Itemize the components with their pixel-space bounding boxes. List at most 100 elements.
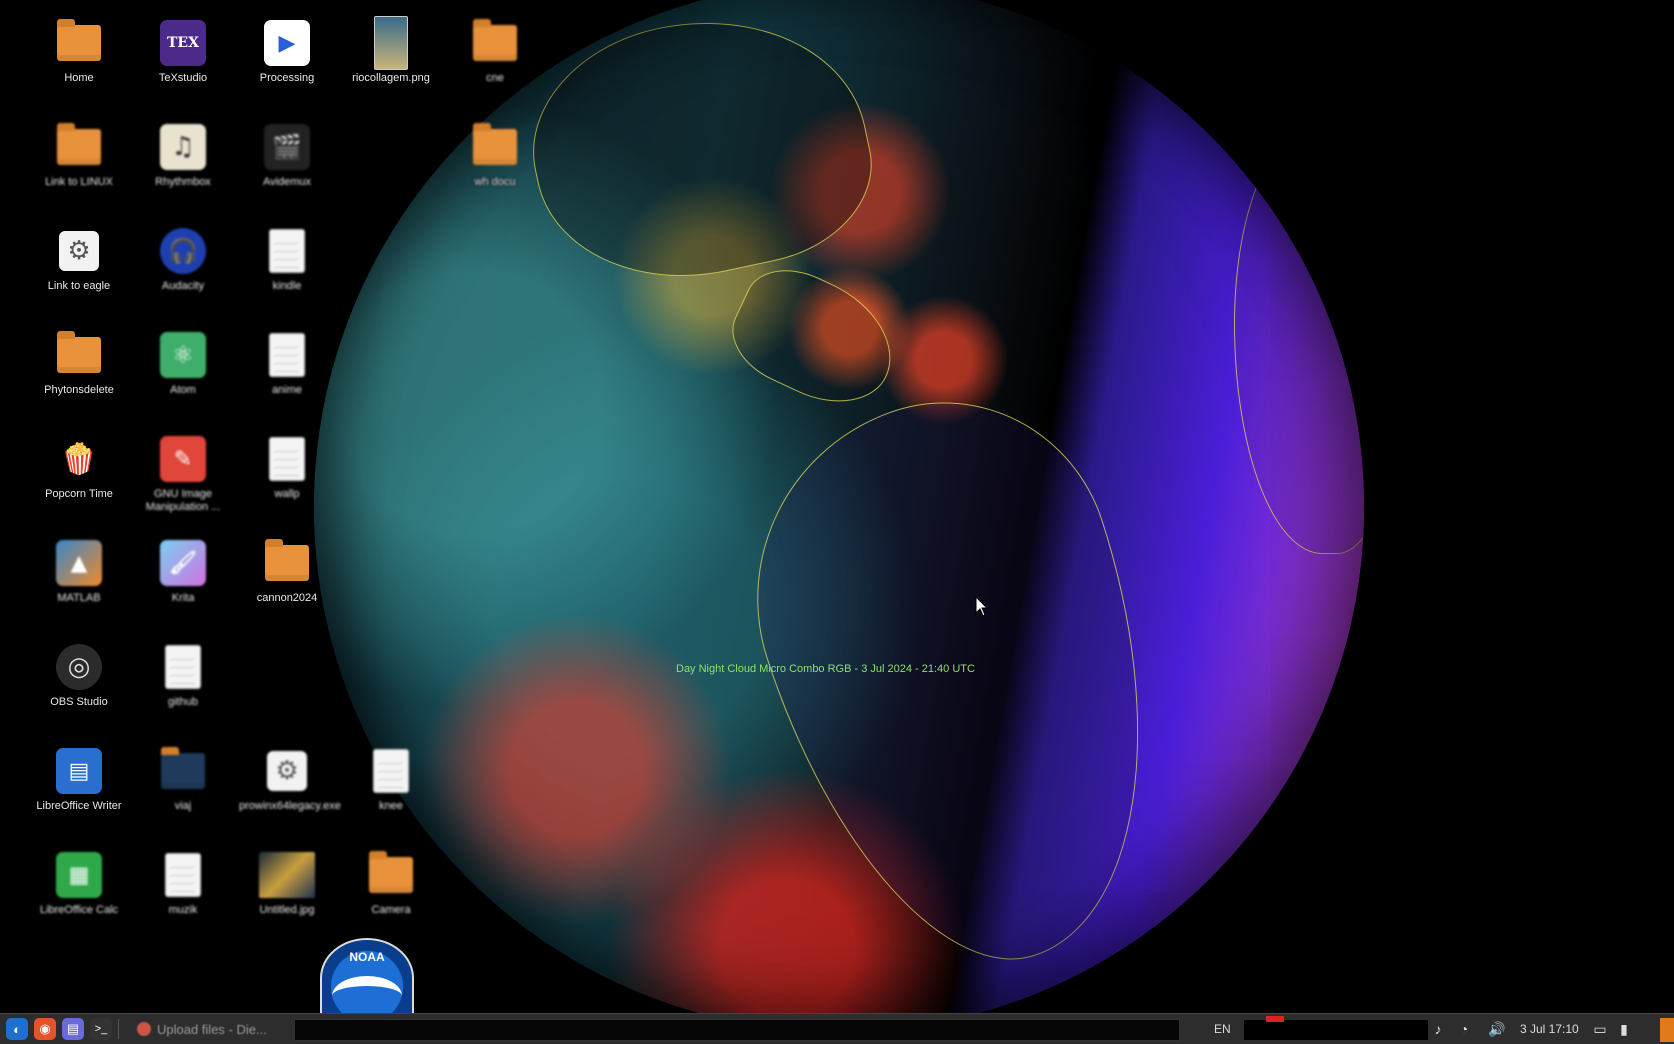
folder-icon (369, 851, 413, 893)
terminal-icon[interactable]: >_ (90, 1018, 112, 1040)
desktop-icon-link-to-linux[interactable]: Link to LINUX (31, 123, 127, 214)
battery-icon[interactable]: ▮ (1616, 1021, 1632, 1037)
desktop-icon-rhythmbox[interactable]: ♫ Rhythmbox (135, 124, 231, 214)
desktop-icon-avidemux[interactable]: 🎬 Avidemux (239, 124, 335, 214)
desktop-icon-viaj[interactable]: viaj (135, 747, 231, 838)
desktop-icon-cannon2024[interactable]: cannon2024 (239, 539, 335, 630)
files-icon[interactable]: ▤ (62, 1018, 84, 1040)
icon-label: muzik (168, 904, 198, 916)
icon-label: anime (272, 384, 302, 396)
icon-label: LibreOffice Writer (36, 800, 122, 812)
keyboard-layout-indicator[interactable]: EN (1214, 1022, 1231, 1036)
atom-icon: ⚛ (160, 332, 206, 378)
icon-label: viaj (174, 800, 192, 812)
desktop-icon-texstudio[interactable]: TEX TeXstudio (135, 20, 231, 110)
icon-label: Link to eagle (47, 280, 111, 292)
desktop-icon-gimp[interactable]: ✎ GNU Image Manipulation ... (135, 436, 231, 526)
icon-label: Untitled.jpg (259, 904, 315, 916)
icon-label: Krita (171, 592, 195, 604)
desktop-icon-knee[interactable]: knee (343, 748, 439, 838)
audacity-icon: 🎧 (160, 228, 206, 274)
desktop-icon-home[interactable]: Home (31, 19, 127, 110)
desktop-icon-anime[interactable]: anime (239, 332, 335, 422)
volume-icon[interactable]: 🔊 (1488, 1021, 1505, 1037)
clock[interactable]: 3 Jul 17:10 (1520, 1022, 1579, 1036)
display-icon[interactable]: ▭ (1592, 1021, 1608, 1037)
icon-label: Avidemux (262, 176, 312, 188)
desktop-icon-riocollagem[interactable]: riocollagem.png (343, 16, 439, 106)
desktop-icon-kindle[interactable]: kindle (239, 228, 335, 318)
processing-icon: ▶ (264, 20, 310, 66)
desktop-icon-muzik[interactable]: muzik (135, 852, 231, 942)
taskbar: ◐ ◉ ▤ >_ Upload files - Die... EN ♪ ◔ 🔊 … (0, 1013, 1674, 1044)
music-icon[interactable]: ♪ (1430, 1021, 1446, 1037)
desktop-icon-wh-docu[interactable]: wh docu (447, 123, 543, 214)
gear-link-icon: ⚙ (59, 231, 99, 271)
icon-label: riocollagem.png (352, 72, 430, 84)
show-desktop-button[interactable] (1660, 1018, 1674, 1042)
icon-label: Phytonsdelete (44, 384, 114, 396)
icon-label: Link to LINUX (45, 176, 113, 188)
noaa-logo-text: NOAA (349, 950, 385, 964)
folder-icon (265, 539, 309, 581)
icon-label: github (168, 696, 198, 708)
text-file-icon (166, 646, 200, 688)
desktop-icon-wallp[interactable]: wallp (239, 436, 335, 526)
icon-label: OBS Studio (50, 696, 108, 708)
wallpaper-caption: Day Night Cloud Micro Combo RGB - 3 Jul … (676, 663, 975, 675)
popcorn-icon: 🍿 (60, 441, 98, 477)
desktop-icon-link-to-eagle[interactable]: ⚙ Link to eagle (31, 228, 127, 318)
desktop-icon-github[interactable]: github (135, 644, 231, 734)
north-america-outline (511, 0, 889, 306)
krita-icon: 🖌 (160, 540, 206, 586)
text-file-icon (270, 438, 304, 480)
desktop-icon-matlab[interactable]: ▲ MATLAB (31, 540, 127, 630)
tray-indicator (1266, 1016, 1284, 1022)
obs-icon: ◎ (56, 644, 102, 690)
desktop-icon-libreoffice-calc[interactable]: ▦ LibreOffice Calc (31, 852, 127, 942)
desktop-icon-atom[interactable]: ⚛ Atom (135, 332, 231, 422)
desktop-icon-phytonsdelete[interactable]: Phytonsdelete (31, 331, 127, 422)
desktop-icon-prowinx64legacy[interactable]: ⚙ prowinx64legacy.exe (239, 748, 341, 838)
folder-link-icon (57, 123, 101, 165)
calc-icon: ▦ (56, 852, 102, 898)
africa-outline (1234, 132, 1364, 554)
desktop-icon-audacity[interactable]: 🎧 Audacity (135, 228, 231, 318)
wifi-icon[interactable]: ◔ (1456, 1021, 1472, 1037)
menu-icon[interactable]: ◐ (6, 1018, 28, 1040)
desktop-icon-libreoffice-writer[interactable]: ▤ LibreOffice Writer (31, 748, 127, 838)
folder-icon (473, 123, 517, 165)
desktop-icon-krita[interactable]: 🖌 Krita (135, 540, 231, 630)
writer-icon: ▤ (56, 748, 102, 794)
icon-label: MATLAB (57, 592, 101, 604)
text-file-icon (270, 230, 304, 272)
exe-gear-icon: ⚙ (267, 751, 307, 791)
desktop-icon-obs-studio[interactable]: ◎ OBS Studio (31, 644, 127, 734)
icon-label: wallp (274, 488, 300, 500)
icon-label: Atom (170, 384, 196, 396)
icon-label: Processing (259, 72, 315, 84)
taskbar-task-upload-files[interactable]: Upload files - Die... (131, 1017, 273, 1041)
desktop-icon-untitled-jpg[interactable]: Untitled.jpg (239, 852, 335, 942)
desktop-icon-processing[interactable]: ▶ Processing (239, 20, 335, 110)
rhythmbox-icon: ♫ (160, 124, 206, 170)
task-label: Upload files - Die... (157, 1021, 267, 1037)
icon-label: wh docu (474, 176, 516, 188)
gimp-icon: ✎ (160, 436, 206, 482)
text-file-icon (270, 334, 304, 376)
taskbar-window-list[interactable] (294, 1019, 1180, 1041)
folder-icon (473, 19, 517, 61)
folder-icon (57, 331, 101, 373)
tray-redacted-area (1244, 1020, 1428, 1040)
icon-label: TeXstudio (158, 72, 208, 84)
matlab-icon: ▲ (56, 540, 102, 586)
central-america-outline (717, 253, 913, 423)
icon-label: Rhythmbox (155, 176, 211, 188)
desktop-icon-popcorn-time[interactable]: 🍿 Popcorn Time (31, 436, 127, 526)
desktop-icon-cne[interactable]: cne (447, 19, 543, 110)
firefox-icon[interactable]: ◉ (34, 1018, 56, 1040)
desktop-icon-camera[interactable]: Camera (343, 851, 439, 942)
icon-label: GNU Image Manipulation ... (145, 488, 221, 513)
icon-label: Audacity (161, 280, 205, 292)
dark-folder-icon (161, 747, 205, 789)
